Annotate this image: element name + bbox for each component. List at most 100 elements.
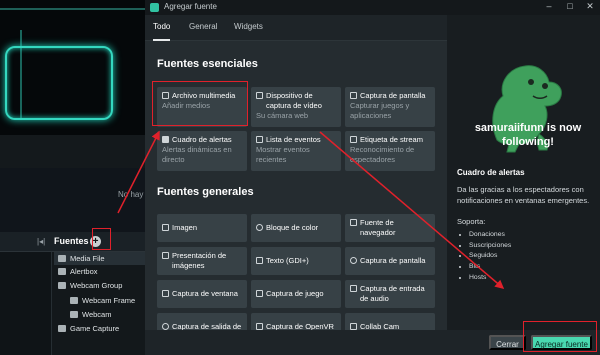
tab-widgets[interactable]: Widgets — [234, 22, 263, 31]
general-source-card[interactable]: Fuente de navegador — [345, 214, 435, 242]
source-tabs: Todo General Widgets — [145, 15, 447, 41]
window-icon — [162, 290, 169, 297]
screen-icon — [350, 92, 357, 99]
card-name: Archivo multimedia — [172, 91, 236, 100]
card-name: Dispositivo de captura de vídeo — [266, 91, 322, 110]
card-description: Añadir medios — [162, 101, 210, 110]
collab-icon — [350, 323, 357, 330]
general-source-card[interactable]: Captura de ventana — [157, 280, 247, 308]
scene-preview — [0, 0, 145, 135]
card-description: Reconocimiento de espectadores — [350, 145, 415, 164]
essential-source-card[interactable]: Lista de eventos Mostrar eventos reciente… — [251, 131, 341, 171]
supports-item: Donaciones — [469, 230, 511, 241]
app-icon — [150, 3, 159, 12]
supports-item: Seguidos — [469, 251, 511, 262]
supports-item: Hosts — [469, 273, 511, 284]
card-name: Captura de pantalla — [360, 256, 426, 265]
source-item-label: Game Capture — [70, 324, 120, 333]
window-title: Agregar fuente — [164, 2, 217, 11]
general-source-card[interactable]: Captura de pantalla — [345, 247, 435, 275]
card-name: Bloque de color — [266, 223, 319, 232]
source-item[interactable]: Webcam Frame — [54, 294, 135, 307]
general-source-card[interactable]: Bloque de color — [251, 214, 341, 242]
card-name: Etiqueta de stream — [360, 135, 423, 144]
essential-sources-title: Fuentes esenciales — [157, 58, 258, 70]
folder-icon — [58, 282, 66, 289]
tab-general[interactable]: General — [189, 22, 217, 31]
webcam-icon — [70, 311, 78, 318]
globe-icon — [350, 219, 357, 226]
source-item-label: Webcam Frame — [82, 296, 136, 305]
general-source-card[interactable]: Captura de entrada de audio — [345, 280, 435, 308]
general-source-card[interactable]: Texto (GDI+) — [251, 247, 341, 275]
source-info-panel: samuraiifunn is now following! Cuadro de… — [447, 15, 600, 330]
sources-title: Fuentes — [54, 236, 89, 246]
minimize-icon[interactable]: – — [542, 1, 556, 11]
gamepad-icon — [256, 290, 263, 297]
info-title: Cuadro de alertas — [457, 168, 525, 177]
source-item[interactable]: Alertbox — [54, 265, 98, 278]
add-source-dialog: Agregar fuente – □ ✕ Todo General Widget… — [145, 0, 600, 355]
media-icon — [58, 255, 66, 262]
card-name: Captura de juego — [266, 289, 324, 298]
general-source-card[interactable]: Captura de OpenVR — [251, 313, 341, 330]
card-name: Cuadro de alertas — [172, 135, 232, 144]
general-source-card[interactable]: Captura de salida de — [157, 313, 247, 330]
maximize-icon[interactable]: □ — [563, 1, 577, 11]
source-item[interactable]: Media File — [54, 252, 145, 265]
source-item-label: Media File — [70, 254, 105, 263]
neon-frame — [5, 46, 113, 120]
bell-icon — [58, 268, 66, 275]
alert-banner-text: samuraiifunn is now following! — [474, 122, 582, 148]
general-source-card[interactable]: Collab Cam — [345, 313, 435, 330]
essential-source-card[interactable]: Archivo multimedia Añadir medios — [157, 87, 247, 127]
general-sources-title: Fuentes generales — [157, 186, 254, 198]
essential-source-card[interactable]: Dispositivo de captura de vídeo Su cámara… — [251, 87, 341, 127]
list-icon — [256, 136, 263, 143]
card-description: Alertas dinámicas en directo — [162, 145, 232, 164]
image-icon — [162, 224, 169, 231]
sources-header: |◂| Fuentes + — [0, 232, 145, 252]
card-name: Texto (GDI+) — [266, 256, 309, 265]
card-name: Captura de OpenVR — [266, 322, 334, 330]
slideshow-icon — [162, 252, 169, 259]
mic-icon — [350, 285, 357, 292]
source-item-label: Alertbox — [70, 267, 98, 276]
essential-source-card[interactable]: Cuadro de alertas Alertas dinámicas en di… — [157, 131, 247, 171]
gamepad-icon — [58, 325, 66, 332]
card-name: Lista de eventos — [266, 135, 321, 144]
source-item-label: Webcam Group — [70, 281, 123, 290]
card-name: Captura de ventana — [172, 289, 238, 298]
card-description: Capturar juegos y aplicaciones — [350, 101, 410, 120]
mixer-strip — [0, 168, 145, 232]
close-button[interactable]: Cerrar — [489, 335, 526, 350]
scenes-column — [0, 252, 52, 355]
card-name: Captura de entrada de audio — [360, 284, 425, 303]
window-titlebar: Agregar fuente – □ ✕ — [145, 0, 600, 15]
add-source-button[interactable]: Agregar fuente — [531, 335, 592, 350]
essential-source-card[interactable]: Captura de pantalla Capturar juegos y apl… — [345, 87, 435, 127]
card-name: Imagen — [172, 223, 198, 232]
add-source-icon[interactable]: + — [90, 236, 101, 247]
dialog-footer: Cerrar Agregar fuente — [145, 330, 600, 355]
general-source-card[interactable]: Presentación de imágenes — [157, 247, 247, 275]
close-icon[interactable]: ✕ — [583, 1, 597, 12]
label-icon — [350, 136, 357, 143]
vr-icon — [256, 323, 263, 330]
general-source-card[interactable]: Imagen — [157, 214, 247, 242]
supports-item: Bits — [469, 262, 511, 273]
source-item[interactable]: Game Capture — [54, 322, 119, 335]
collapse-icon[interactable]: |◂| — [37, 237, 45, 246]
tab-todo[interactable]: Todo — [153, 22, 170, 31]
source-item[interactable]: Webcam — [54, 308, 111, 321]
camera-icon — [256, 92, 263, 99]
card-name: Fuente de navegador — [360, 218, 396, 237]
source-item[interactable]: Webcam Group — [54, 279, 122, 292]
general-source-card[interactable]: Captura de juego — [251, 280, 341, 308]
essential-source-card[interactable]: Etiqueta de stream Reconocimiento de espe… — [345, 131, 435, 171]
media-icon — [162, 92, 169, 99]
source-item-label: Webcam — [82, 310, 112, 319]
paint-icon — [256, 224, 263, 231]
monitor-icon — [350, 257, 357, 264]
card-name: Collab Cam — [360, 322, 400, 330]
